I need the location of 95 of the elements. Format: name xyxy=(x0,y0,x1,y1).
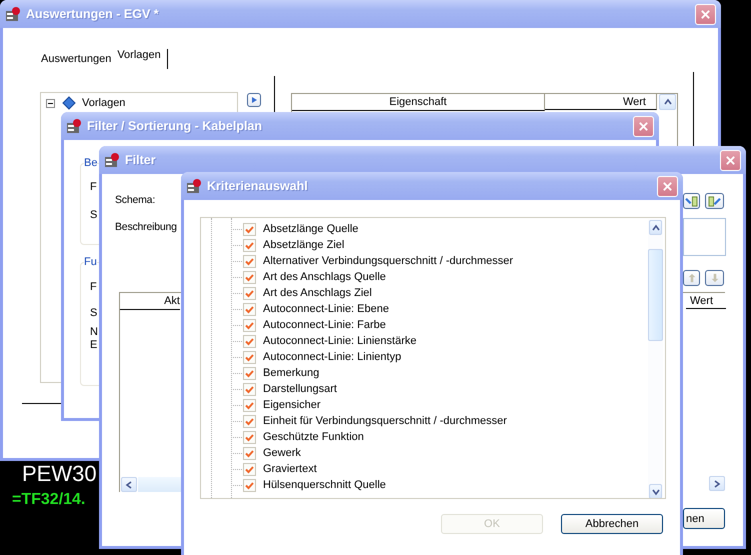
list-item[interactable]: Absetzlänge Ziel xyxy=(263,239,344,251)
scroll-down-button[interactable] xyxy=(649,484,662,498)
dialog-button[interactable]: Abbrechen xyxy=(561,514,663,534)
checkbox[interactable] xyxy=(243,478,256,492)
list-item[interactable]: Gewerk xyxy=(263,447,301,459)
scroll-up-button[interactable] xyxy=(649,220,662,235)
export-button[interactable] xyxy=(705,193,724,209)
checkbox[interactable] xyxy=(243,350,256,364)
close-button[interactable] xyxy=(633,116,654,137)
diamond-icon xyxy=(62,96,76,110)
column-header: Eigenschaft xyxy=(292,94,545,111)
checkbox[interactable] xyxy=(243,238,256,252)
arrow-down-icon xyxy=(710,273,720,283)
arrow-up-icon xyxy=(686,273,696,283)
window-title: Auswertungen - EGV * xyxy=(26,7,159,21)
chevron-left-icon xyxy=(124,480,134,490)
tree-item[interactable]: Vorlagen xyxy=(82,97,126,109)
close-icon xyxy=(638,121,649,132)
tab[interactable]: Vorlagen xyxy=(114,49,168,69)
column-header: Wert xyxy=(686,293,726,309)
group-title: Be xyxy=(84,157,98,169)
window-title: Filter / Sortierung - Kabelplan xyxy=(87,119,262,133)
list-item[interactable]: Graviertext xyxy=(263,463,317,475)
tab[interactable]: Auswertungen xyxy=(38,51,114,69)
checkbox[interactable] xyxy=(243,382,256,396)
field-label: Beschreibung xyxy=(115,221,177,233)
desktop-label: =TF32/14. xyxy=(12,491,86,509)
window-title: Kriterienauswahl xyxy=(207,179,308,193)
close-icon xyxy=(662,181,673,192)
checkbox[interactable] xyxy=(243,334,256,348)
checkbox[interactable] xyxy=(243,286,256,300)
list-item[interactable]: Hülsenquerschnitt Quelle xyxy=(263,479,386,491)
scroll-thumb[interactable] xyxy=(648,249,663,341)
move-up-button[interactable] xyxy=(683,270,700,286)
window-title: Filter xyxy=(125,153,156,167)
list-item[interactable]: Art des Anschlags Quelle xyxy=(263,271,386,283)
list-item[interactable]: Alternativer Verbindungsquerschnitt / -durchmesser xyxy=(263,255,514,267)
list-item[interactable]: Absetzlänge Quelle xyxy=(263,223,358,235)
checkbox[interactable] xyxy=(243,414,256,428)
list-item[interactable]: Bemerkung xyxy=(263,367,320,379)
import-icon xyxy=(685,196,698,206)
field-label: F xyxy=(90,281,97,293)
list-item[interactable]: Geschützte Funktion xyxy=(263,431,364,443)
cancel-button[interactable]: nen xyxy=(683,508,725,529)
list-item[interactable]: Art des Anschlags Ziel xyxy=(263,287,372,299)
list-item[interactable]: Autoconnect-Linie: Linienstärke xyxy=(263,335,416,347)
checkbox[interactable] xyxy=(243,446,256,460)
close-button[interactable] xyxy=(695,4,716,25)
play-button[interactable] xyxy=(247,93,261,107)
list-item[interactable]: Eigensicher xyxy=(263,399,320,411)
scroll-left-button[interactable] xyxy=(121,477,137,492)
checkbox[interactable] xyxy=(243,430,256,444)
chevron-up-icon xyxy=(650,222,660,232)
field-label: N xyxy=(90,326,98,338)
scroll-right-button[interactable] xyxy=(709,476,725,491)
checkbox[interactable] xyxy=(243,270,256,284)
column-header: Akt xyxy=(120,293,180,310)
field-label: F xyxy=(90,181,97,193)
chevron-down-icon xyxy=(650,486,660,496)
chevron-up-icon xyxy=(662,97,672,107)
group-title: Fu xyxy=(84,256,97,268)
move-down-button[interactable] xyxy=(705,270,724,286)
checkbox[interactable] xyxy=(243,254,256,268)
app-icon xyxy=(186,178,202,194)
column-header: Wert xyxy=(545,94,657,110)
close-icon xyxy=(700,9,711,20)
field-label: S xyxy=(90,209,98,221)
list-item[interactable]: Autoconnect-Linie: Ebene xyxy=(263,303,389,315)
checkbox[interactable] xyxy=(243,222,256,236)
collapse-icon[interactable] xyxy=(46,98,55,108)
checkbox[interactable] xyxy=(243,398,256,412)
desktop-label: PEW30 xyxy=(22,461,97,487)
checkbox[interactable] xyxy=(243,462,256,476)
list-item[interactable]: Darstellungsart xyxy=(263,383,337,395)
checkbox[interactable] xyxy=(243,366,256,380)
field-label: S xyxy=(90,307,98,319)
field-label: Schema: xyxy=(115,194,156,206)
checkbox[interactable] xyxy=(243,318,256,332)
chevron-right-icon xyxy=(712,478,722,488)
scroll-up-button[interactable] xyxy=(659,94,676,110)
import-button[interactable] xyxy=(683,193,700,209)
field-label: E xyxy=(90,339,98,351)
close-button[interactable] xyxy=(657,176,678,197)
description-field[interactable] xyxy=(683,218,726,256)
export-icon xyxy=(708,196,721,206)
close-icon xyxy=(725,155,736,166)
list-item[interactable]: Autoconnect-Linie: Linientyp xyxy=(263,351,402,363)
app-icon xyxy=(104,152,120,168)
play-icon xyxy=(249,95,259,105)
list-item[interactable]: Einheit für Verbindungsquerschnitt / -durchmesser xyxy=(263,415,507,427)
close-button[interactable] xyxy=(720,150,741,171)
app-icon xyxy=(5,6,21,22)
checkbox[interactable] xyxy=(243,302,256,316)
app-icon xyxy=(66,118,82,134)
list-item[interactable]: Autoconnect-Linie: Farbe xyxy=(263,319,386,331)
